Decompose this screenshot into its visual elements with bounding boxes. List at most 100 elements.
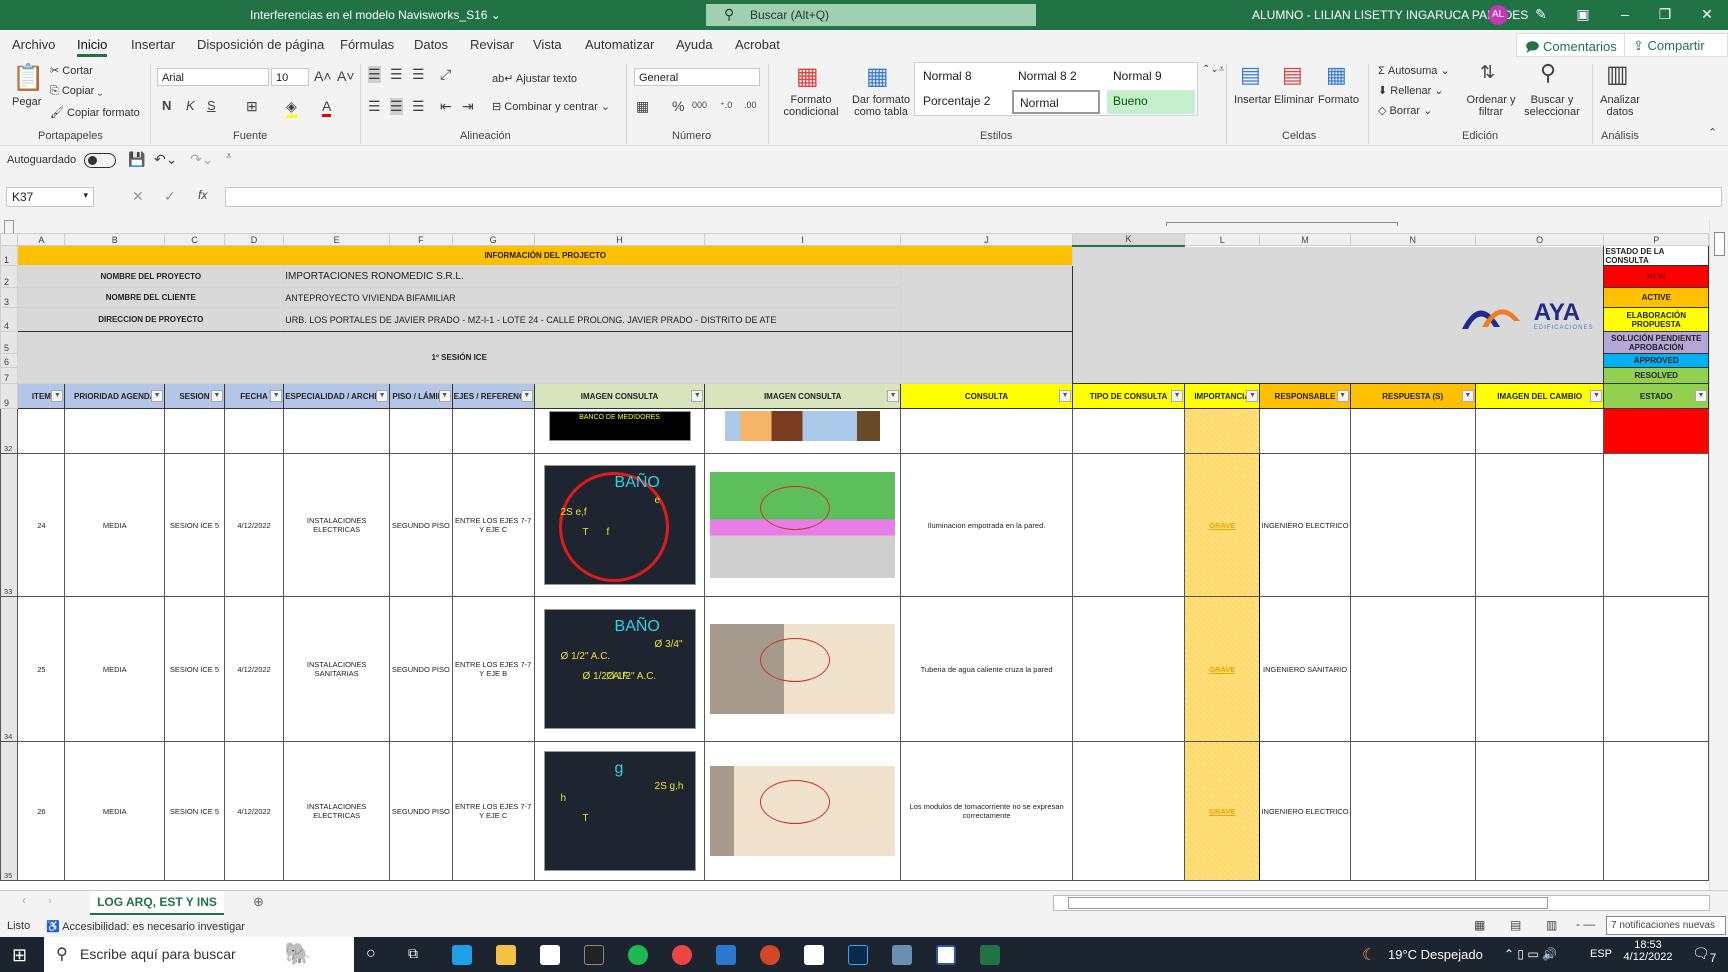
search-box[interactable]: ⚲ Buscar (Alt+Q): [706, 4, 1036, 26]
tab-archivo[interactable]: Archivo: [12, 37, 55, 52]
cell-piso[interactable]: SEGUNDO PISO: [389, 453, 453, 597]
cell[interactable]: [704, 408, 902, 454]
weather-text[interactable]: 19°C Despejado: [1388, 947, 1483, 962]
fill-color-icon[interactable]: ◈: [286, 98, 297, 118]
cell[interactable]: [17, 408, 66, 454]
edge-icon[interactable]: [452, 945, 472, 965]
row-header[interactable]: 35: [0, 741, 19, 881]
find-icon[interactable]: ⚲: [1540, 60, 1556, 86]
cell-imagen-cambio[interactable]: [1474, 741, 1605, 881]
merge-center-button[interactable]: ⊟ Combinar y centrar ⌄: [492, 100, 610, 113]
cell[interactable]: [164, 408, 225, 454]
filter-dropdown-icon[interactable]: ▼: [51, 390, 64, 402]
increase-indent-icon[interactable]: ⇥: [462, 98, 474, 115]
align-left-icon[interactable]: ☰: [368, 98, 381, 115]
undo-icon[interactable]: ↶⌄: [154, 151, 177, 168]
font-size-select[interactable]: 10: [271, 68, 309, 86]
bold-button[interactable]: N: [162, 98, 171, 113]
gallery-scroll-icon[interactable]: ⌃⌄⩡: [1202, 64, 1224, 75]
vertical-scroll-thumb[interactable]: [1714, 232, 1725, 256]
notifications-icon[interactable]: 🗨7: [1692, 945, 1716, 965]
analyze-data-icon[interactable]: ▥: [1606, 60, 1629, 89]
cell-estado[interactable]: [1603, 596, 1709, 742]
task-view-icon[interactable]: ⧉: [408, 945, 418, 962]
cell-imagen-consulta-3d[interactable]: [704, 596, 902, 742]
decrease-font-icon[interactable]: A˅: [337, 68, 355, 84]
filter-dropdown-icon[interactable]: ▼: [1461, 390, 1474, 402]
formula-input[interactable]: [225, 187, 1722, 207]
accounting-icon[interactable]: ▦: [636, 98, 649, 115]
col-header[interactable]: F: [389, 233, 453, 246]
col-header[interactable]: G: [451, 233, 535, 246]
col-header[interactable]: H: [533, 233, 706, 246]
page-layout-icon[interactable]: ▤: [1510, 918, 1521, 932]
cell-respuesta[interactable]: [1349, 741, 1476, 881]
autosum-button[interactable]: Σ Autosuma ⌄: [1378, 64, 1450, 77]
cell[interactable]: [223, 408, 285, 454]
tab-acrobat[interactable]: Acrobat: [735, 37, 780, 52]
select-all[interactable]: [0, 233, 19, 246]
tray-icons[interactable]: ⌃ ▯ ▭ 🔊: [1504, 947, 1557, 961]
cut-button[interactable]: ✂ Cortar: [50, 64, 93, 77]
font-color-icon[interactable]: A: [322, 98, 332, 117]
row-header[interactable]: 2: [0, 265, 19, 288]
cell-estado[interactable]: [1603, 741, 1709, 881]
cell-item[interactable]: 24: [17, 453, 66, 597]
cell-tipo-consulta[interactable]: [1072, 741, 1186, 881]
style-normal-9[interactable]: Normal 9: [1107, 65, 1195, 89]
filter-dropdown-icon[interactable]: ▼: [887, 390, 900, 402]
address-value[interactable]: URB. LOS PORTALES DE JAVIER PRADO - MZ-I…: [283, 307, 902, 332]
cell[interactable]: [1349, 408, 1476, 454]
style-normal-8-2[interactable]: Normal 8 2: [1012, 65, 1100, 89]
filter-dropdown-icon[interactable]: ▼: [151, 390, 164, 402]
fill-button[interactable]: ⬇ Rellenar ⌄: [1378, 84, 1444, 97]
paste-button[interactable]: Pegar: [12, 96, 41, 108]
filter-dropdown-icon[interactable]: ▼: [1590, 390, 1603, 402]
cell-piso[interactable]: SEGUNDO PISO: [389, 596, 453, 742]
horizontal-scroll-thumb[interactable]: [1068, 897, 1548, 909]
cell-respuesta[interactable]: [1349, 453, 1476, 597]
col-header[interactable]: J: [900, 233, 1074, 246]
cell-fecha[interactable]: 4/12/2022: [223, 741, 285, 881]
filter-dropdown-icon[interactable]: ▼: [376, 390, 389, 402]
comments-button[interactable]: 🗩 Comentarios: [1516, 33, 1626, 57]
row-header[interactable]: 1: [0, 245, 19, 266]
cell[interactable]: BANCO DE MEDIDORES: [533, 408, 706, 454]
accessibility-status[interactable]: ♿ Accesibilidad: es necesario investigar: [46, 920, 245, 933]
clear-button[interactable]: ◇ Borrar ⌄: [1378, 104, 1432, 117]
format-cells-icon[interactable]: ▦: [1326, 62, 1347, 88]
copy-button[interactable]: ⎘ Copiar ⌄: [50, 85, 103, 98]
filter-dropdown-icon[interactable]: ▼: [1171, 390, 1184, 402]
cell-imagen-consulta-3d[interactable]: [704, 741, 902, 881]
cell-imagen-consulta[interactable]: BAÑO 2S e,f e Tf: [533, 453, 706, 597]
filter-dropdown-icon[interactable]: ▼: [438, 390, 451, 402]
cell[interactable]: [1072, 408, 1186, 454]
find-select-button[interactable]: Buscar y seleccionar: [1520, 94, 1584, 118]
row-header[interactable]: 4: [0, 307, 19, 332]
tab-inicio[interactable]: Inicio: [77, 37, 108, 57]
cell-sesion[interactable]: SESION ICE 5: [164, 596, 225, 742]
vertical-scrollbar[interactable]: [1709, 220, 1728, 890]
cell-fecha[interactable]: 4/12/2022: [223, 596, 285, 742]
cell-tipo-consulta[interactable]: [1072, 453, 1186, 597]
tab-datos[interactable]: Datos: [414, 37, 448, 52]
cell-consulta[interactable]: Los modulos de tomacorriente no se expre…: [900, 741, 1074, 881]
col-header[interactable]: B: [64, 233, 166, 246]
row-header[interactable]: 34: [0, 596, 19, 742]
conditional-format-icon[interactable]: ▦: [796, 62, 819, 91]
col-header[interactable]: E: [283, 233, 391, 246]
sort-filter-icon[interactable]: ⇅: [1480, 62, 1495, 83]
prev-sheet-icon[interactable]: ‹: [22, 895, 26, 907]
align-right-icon[interactable]: ☰: [412, 98, 425, 115]
row-header[interactable]: 6: [0, 353, 19, 368]
store-icon[interactable]: [540, 945, 560, 965]
percent-icon[interactable]: %: [672, 98, 684, 114]
cell-responsable[interactable]: INGENIERO ELECTRICO: [1259, 741, 1351, 881]
navisworks-n-icon[interactable]: [936, 945, 956, 965]
cell-prioridad[interactable]: MEDIA: [64, 453, 166, 597]
autosave-toggle[interactable]: [84, 153, 116, 168]
taskbar-search[interactable]: ⚲ Escribe aquí para buscar 🐘: [44, 937, 354, 972]
spotify-icon[interactable]: [628, 945, 648, 965]
row-header[interactable]: 3: [0, 287, 19, 308]
next-sheet-icon[interactable]: ›: [48, 895, 52, 907]
